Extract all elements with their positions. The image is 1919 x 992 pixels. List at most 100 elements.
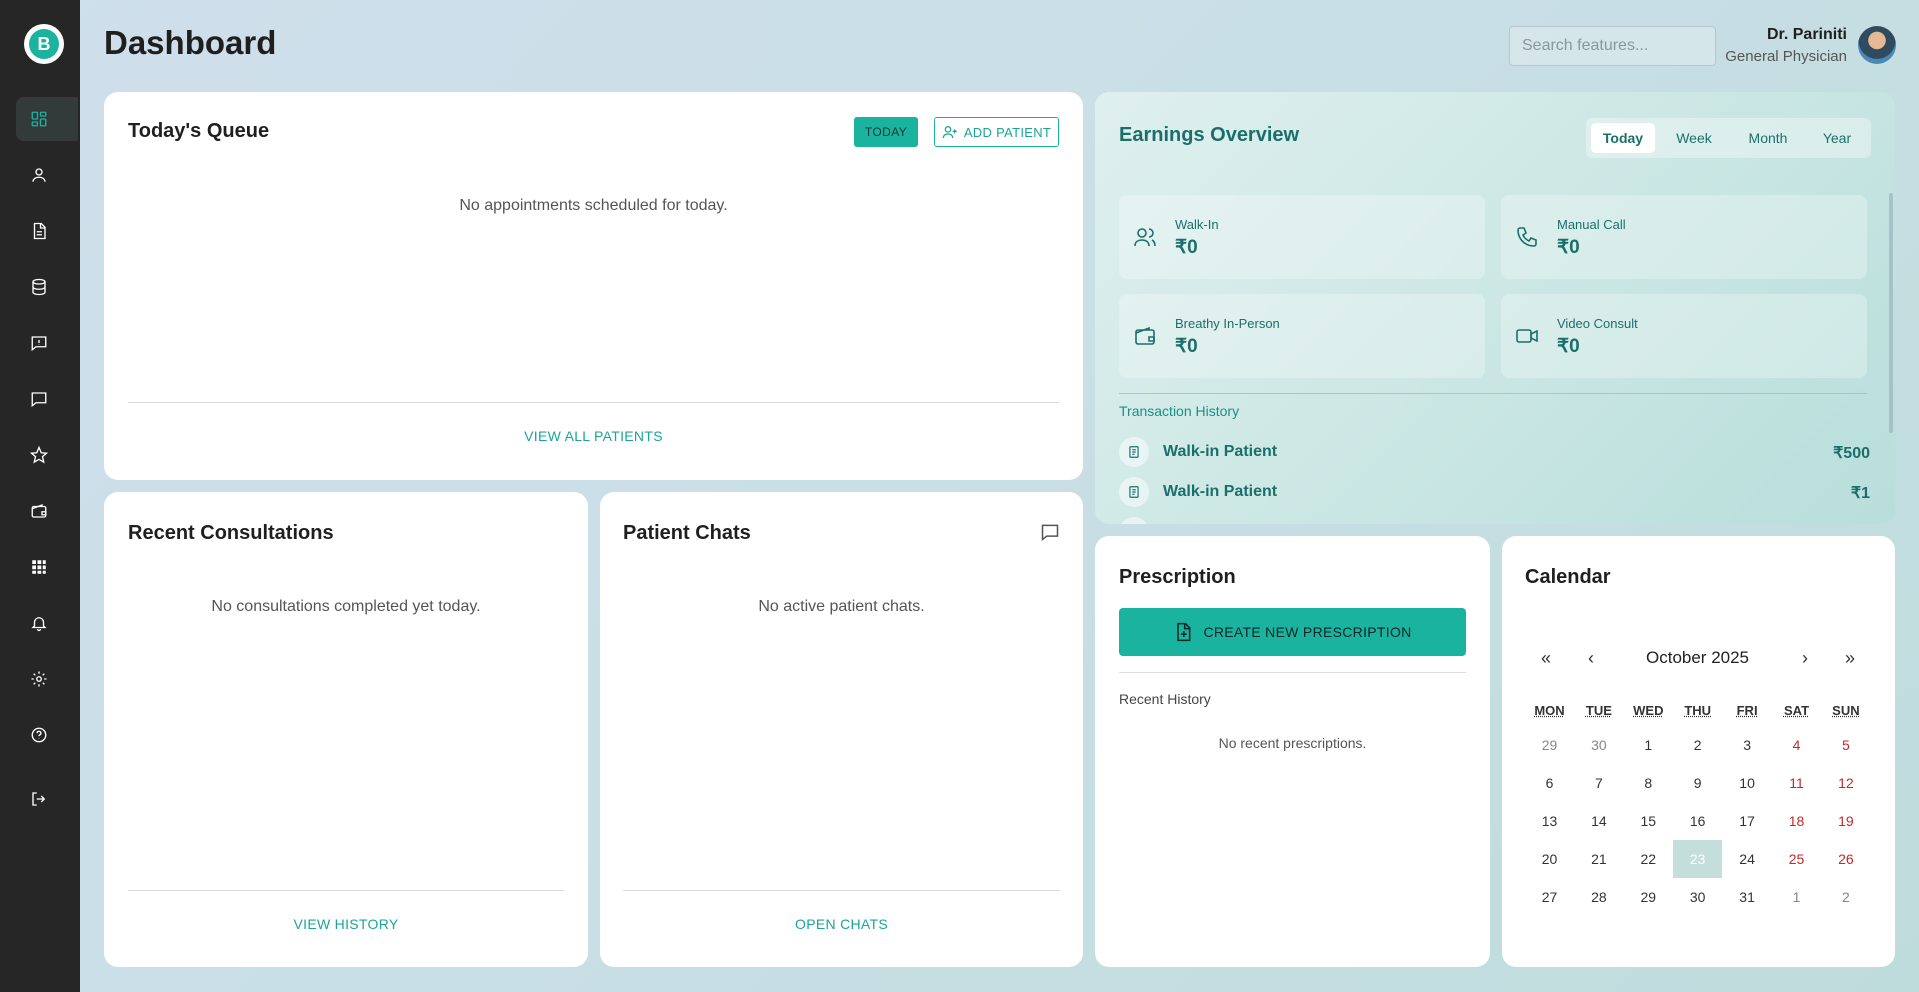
calendar-day[interactable]: 8 (1624, 764, 1673, 802)
sidebar-item-dashboard[interactable] (16, 97, 78, 141)
stat-value: ₹0 (1175, 237, 1198, 258)
calendar-day[interactable]: 1 (1772, 878, 1821, 916)
sidebar-item-profile[interactable] (16, 153, 78, 197)
divider (128, 402, 1059, 403)
calendar-day[interactable]: 16 (1673, 802, 1722, 840)
earnings-title: Earnings Overview (1119, 124, 1300, 146)
calendar-day[interactable]: 2 (1821, 878, 1870, 916)
sidebar-item-records[interactable] (16, 265, 78, 309)
calendar-day[interactable]: 11 (1772, 764, 1821, 802)
sidebar-item-favorites[interactable] (16, 433, 78, 477)
user-name: Dr. Pariniti (1766, 26, 1847, 43)
period-month[interactable]: Month (1732, 123, 1804, 153)
open-chats-link[interactable]: OPEN CHATS (600, 916, 1083, 932)
today-filter-button[interactable]: TODAY (854, 117, 918, 147)
prev-month-button[interactable]: ‹ (1588, 648, 1594, 669)
calendar-day[interactable]: 23 (1673, 840, 1723, 878)
view-all-patients-link[interactable]: VIEW ALL PATIENTS (104, 428, 1083, 444)
chat-icon[interactable] (1040, 522, 1060, 542)
transaction-row[interactable]: Walk-in Patient ₹1 (1119, 477, 1870, 509)
document-icon (33, 222, 46, 240)
sidebar-item-messages[interactable] (16, 377, 78, 421)
gear-icon (31, 671, 47, 687)
stat-value: ₹0 (1557, 336, 1580, 357)
help-icon (31, 727, 47, 743)
calendar-day[interactable]: 30 (1574, 726, 1623, 764)
dashboard-icon (31, 111, 47, 127)
receipt-icon (1119, 517, 1149, 524)
divider (128, 890, 564, 891)
period-year[interactable]: Year (1808, 123, 1866, 153)
next-month-button[interactable]: › (1802, 648, 1808, 669)
calendar-title: Calendar (1525, 566, 1611, 588)
search-input[interactable] (1509, 26, 1716, 66)
calendar-day[interactable]: 9 (1673, 764, 1722, 802)
prescription-empty-message: No recent prescriptions. (1218, 735, 1367, 751)
calendar-day[interactable]: 26 (1821, 840, 1870, 878)
add-patient-label: ADD PATIENT (963, 124, 1052, 140)
calendar-day[interactable]: 1 (1624, 726, 1673, 764)
sidebar-item-notifications[interactable] (16, 601, 78, 645)
sidebar-item-apps[interactable] (16, 545, 78, 589)
calendar-day[interactable]: 15 (1624, 802, 1673, 840)
calendar-day[interactable]: 29 (1525, 726, 1574, 764)
calendar-day[interactable]: 12 (1821, 764, 1870, 802)
chat-report-icon (31, 336, 47, 352)
calendar-day[interactable]: 4 (1772, 726, 1821, 764)
calendar-day[interactable]: 31 (1723, 878, 1772, 916)
calendar-day[interactable]: 17 (1723, 802, 1772, 840)
calendar-day[interactable]: 21 (1574, 840, 1623, 878)
calendar-day[interactable]: 6 (1525, 764, 1574, 802)
logo-mark: B (29, 29, 59, 59)
calendar-month-label[interactable]: October 2025 (1646, 648, 1749, 668)
sidebar-item-feedback[interactable] (16, 321, 78, 365)
weekday-header: THU (1684, 703, 1712, 718)
chats-empty-message: No active patient chats. (758, 598, 925, 615)
receipt-icon (1119, 437, 1149, 467)
period-today[interactable]: Today (1591, 123, 1655, 153)
calendar-day[interactable]: 22 (1624, 840, 1673, 878)
user-icon (32, 168, 46, 182)
calendar-day[interactable]: 3 (1723, 726, 1772, 764)
calendar-day[interactable]: 18 (1772, 802, 1821, 840)
transaction-amount: ₹1 (1850, 485, 1870, 502)
calendar-day[interactable]: 2 (1673, 726, 1722, 764)
sidebar-item-wallet[interactable] (16, 489, 78, 533)
weekday-header: WED (1633, 703, 1664, 718)
sidebar-item-help[interactable] (16, 713, 78, 757)
calendar-day[interactable]: 27 (1525, 878, 1574, 916)
users-icon (1134, 228, 1156, 247)
weekday-header: FRI (1736, 703, 1758, 718)
calendar-day[interactable]: 5 (1821, 726, 1870, 764)
create-prescription-button[interactable]: CREATE NEW PRESCRIPTION (1119, 608, 1466, 656)
transaction-row[interactable]: Walk-in Patient ₹500 (1119, 437, 1870, 469)
calendar-day[interactable]: 14 (1574, 802, 1623, 840)
sidebar-item-documents[interactable] (16, 209, 78, 253)
user-plus-icon (942, 126, 957, 139)
prev-year-button[interactable]: « (1541, 648, 1551, 669)
calendar-day[interactable]: 28 (1574, 878, 1623, 916)
calendar-day[interactable]: 7 (1574, 764, 1623, 802)
add-patient-button[interactable]: ADD PATIENT (934, 117, 1059, 147)
app-logo[interactable]: B (24, 24, 64, 64)
wallet-icon (31, 504, 47, 518)
transaction-name: Walk-in Patient (1163, 483, 1278, 500)
queue-title: Today's Queue (128, 120, 270, 142)
calendar-day[interactable]: 13 (1525, 802, 1574, 840)
earnings-scrollbar[interactable] (1889, 193, 1893, 433)
period-week[interactable]: Week (1662, 123, 1726, 153)
sidebar-item-settings[interactable] (16, 657, 78, 701)
avatar[interactable] (1858, 26, 1896, 64)
calendar-day[interactable]: 30 (1673, 878, 1722, 916)
calendar-day[interactable]: 25 (1772, 840, 1821, 878)
stat-value: ₹0 (1175, 336, 1198, 357)
view-history-link[interactable]: VIEW HISTORY (104, 916, 588, 932)
sidebar-item-logout[interactable] (16, 777, 78, 821)
calendar-day[interactable]: 10 (1723, 764, 1772, 802)
calendar-day[interactable]: 20 (1525, 840, 1574, 878)
calendar-day[interactable]: 19 (1821, 802, 1870, 840)
calendar-day[interactable]: 24 (1723, 840, 1772, 878)
next-year-button[interactable]: » (1845, 648, 1855, 669)
calendar-day[interactable]: 29 (1624, 878, 1673, 916)
weekday-header: MON (1534, 703, 1565, 718)
